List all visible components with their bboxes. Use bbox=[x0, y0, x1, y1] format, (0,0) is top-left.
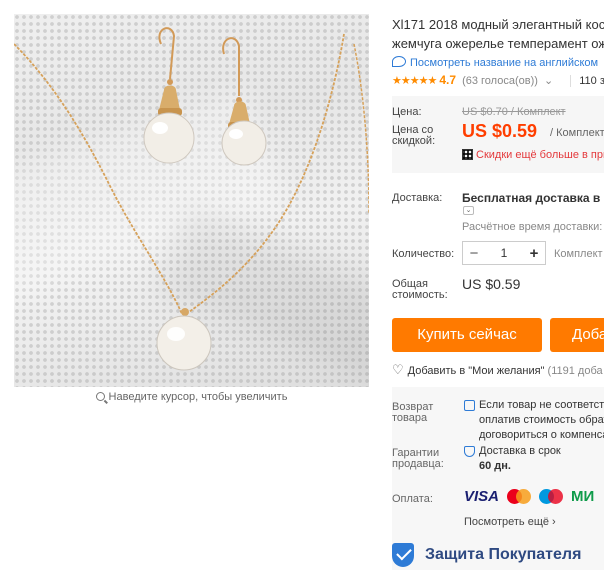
buyer-protection[interactable]: Защита Покупателя bbox=[392, 543, 581, 567]
orders-count: 110 зак bbox=[570, 75, 604, 87]
shield-check-icon bbox=[392, 543, 414, 567]
mastercard-logo-icon bbox=[507, 488, 532, 505]
visa-logo-icon: VISA bbox=[464, 488, 500, 505]
return-policy-icon bbox=[464, 400, 475, 411]
discount-price: US $0.59 bbox=[462, 121, 538, 141]
discount-price-label-2: скидкой: bbox=[392, 135, 436, 147]
buyer-protection-title: Защита Покупателя bbox=[425, 546, 582, 563]
translate-title-link[interactable]: Посмотреть название на английском bbox=[392, 56, 598, 69]
jewelry-illustration bbox=[14, 27, 369, 371]
quantity-decrease-button[interactable]: − bbox=[463, 245, 485, 262]
product-title: Xl171 2018 модный элегантный кост жемчуг… bbox=[392, 15, 604, 53]
wishlist-count: (1191 доба bbox=[547, 365, 603, 377]
add-to-wishlist-link[interactable]: ♡ Добавить в "Мои желания" (1191 доба bbox=[392, 362, 603, 378]
guarantee-text: Доставка в срок 60 дн. bbox=[479, 444, 561, 474]
price-label: Цена: bbox=[392, 106, 422, 118]
rating-value: 4.7 bbox=[439, 73, 456, 87]
product-image[interactable] bbox=[14, 14, 369, 387]
zoom-hint-text: Наведите курсор, чтобы увеличить bbox=[108, 391, 288, 403]
rating-row: ★★★★★4.7 (63 голоса(ов)) ⌄ 110 зак bbox=[392, 73, 604, 87]
chevron-down-icon[interactable]: ⌄ bbox=[544, 75, 553, 87]
heart-icon: ♡ bbox=[392, 362, 404, 377]
product-info-panel: Xl171 2018 модный элегантный кост жемчуг… bbox=[392, 0, 604, 570]
votes-count[interactable]: (63 голоса(ов)) bbox=[462, 75, 538, 87]
add-to-cart-button[interactable]: Добав bbox=[550, 318, 604, 352]
price-unit: / Комплект bbox=[550, 127, 604, 139]
qr-code-icon bbox=[462, 149, 473, 160]
mir-logo-icon: МИ bbox=[571, 488, 595, 505]
translate-icon bbox=[392, 56, 406, 67]
guarantee-line1: Доставка в срок bbox=[479, 445, 561, 457]
zoom-hint: Наведите курсор, чтобы увеличить bbox=[14, 391, 369, 403]
see-more-payment-link[interactable]: Посмотреть ещё › bbox=[464, 516, 556, 528]
shipping-time: Расчётное время доставки: 3 bbox=[462, 221, 604, 233]
total-label-2: стоимость: bbox=[392, 289, 448, 301]
buy-now-button[interactable]: Купить сейчас bbox=[392, 318, 542, 352]
return-label-2: товара bbox=[392, 412, 428, 424]
total-price: US $0.59 bbox=[462, 276, 521, 292]
payment-label: Оплата: bbox=[392, 493, 433, 505]
quantity-stepper: − 1 + bbox=[462, 241, 546, 265]
return-policy-text: Если товар не соответству оплатив стоимо… bbox=[479, 398, 604, 443]
quantity-increase-button[interactable]: + bbox=[523, 245, 545, 262]
app-promo-text: Скидки ещё больше в при bbox=[476, 149, 604, 161]
shipping-label: Доставка: bbox=[392, 192, 443, 204]
price-block: Цена: US $0.70 / Комплект Цена со скидко… bbox=[392, 96, 604, 173]
return-line3: договориться о компенсац bbox=[479, 429, 604, 441]
guarantee-shield-icon bbox=[464, 446, 475, 457]
wishlist-text: Добавить в "Мои желания" bbox=[407, 365, 545, 377]
shipping-value: Бесплатная доставка в Russ bbox=[462, 191, 604, 205]
product-title-line2: жемчуга ожерелье темперамент ож bbox=[392, 36, 604, 51]
guarantee-line2: 60 дн. bbox=[479, 460, 511, 472]
star-rating-icon: ★★★★★ bbox=[392, 75, 437, 87]
app-promo-link[interactable]: Скидки ещё больше в при bbox=[462, 149, 604, 161]
quantity-input[interactable]: 1 bbox=[485, 246, 523, 260]
guarantee-label-2: продавца: bbox=[392, 458, 444, 470]
product-title-line1: Xl171 2018 модный элегантный кост bbox=[392, 17, 604, 32]
maestro-logo-icon bbox=[539, 488, 564, 505]
payment-methods: VISA МИ bbox=[464, 488, 594, 505]
old-price: US $0.70 / Комплект bbox=[462, 106, 566, 118]
magnifier-icon bbox=[95, 392, 105, 401]
shipping-dropdown-chevron-icon[interactable]: ⌄ bbox=[463, 206, 474, 215]
return-line1: Если товар не соответству bbox=[479, 399, 604, 411]
return-line2: оплатив стоимость обратн bbox=[479, 414, 604, 426]
quantity-availability: Комплект (д bbox=[554, 248, 604, 260]
translate-link-text: Посмотреть название на английском bbox=[410, 57, 599, 69]
quantity-label: Количество: bbox=[392, 248, 455, 260]
